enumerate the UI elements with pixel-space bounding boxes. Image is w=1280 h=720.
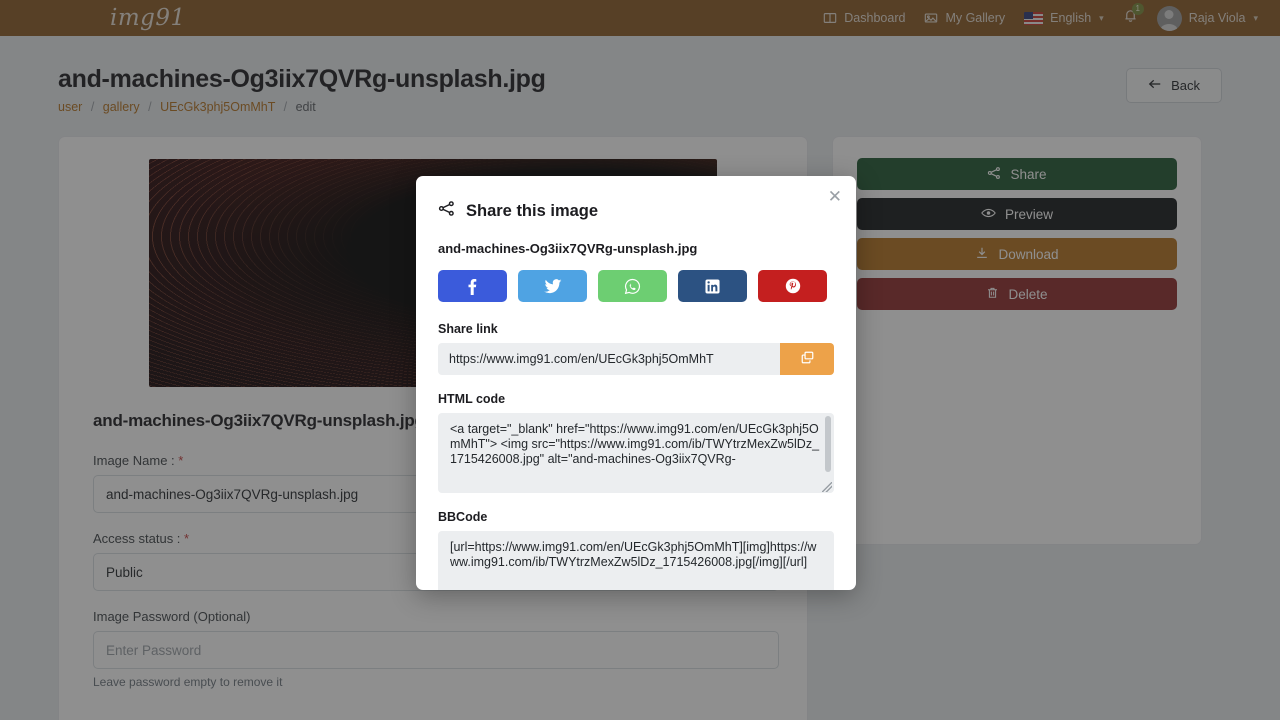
share-link-input[interactable]: https://www.img91.com/en/UEcGk3phj5OmMhT bbox=[438, 343, 780, 375]
bbcode-textarea[interactable]: [url=https://www.img91.com/en/UEcGk3phj5… bbox=[438, 531, 834, 590]
html-code-textarea[interactable]: <a target="_blank" href="https://www.img… bbox=[438, 413, 834, 493]
html-code-wrap: <a target="_blank" href="https://www.img… bbox=[438, 413, 834, 493]
modal-title: Share this image bbox=[438, 200, 834, 222]
facebook-icon bbox=[468, 278, 477, 295]
social-share-row bbox=[438, 270, 834, 302]
share-pinterest-button[interactable] bbox=[758, 270, 827, 302]
linkedin-icon bbox=[705, 278, 720, 294]
share-facebook-button[interactable] bbox=[438, 270, 507, 302]
share-whatsapp-button[interactable] bbox=[598, 270, 667, 302]
bbcode-label: BBCode bbox=[438, 510, 488, 524]
copy-link-button[interactable] bbox=[780, 343, 834, 375]
share-link-row: https://www.img91.com/en/UEcGk3phj5OmMhT bbox=[438, 343, 834, 375]
html-code-label: HTML code bbox=[438, 392, 506, 406]
share-linkedin-button[interactable] bbox=[678, 270, 747, 302]
share-modal: ✕ Share this image and-machines-Og3iix7Q… bbox=[416, 176, 856, 590]
copy-icon bbox=[800, 350, 815, 368]
html-code-scrollbar[interactable] bbox=[825, 416, 831, 472]
page-root: img91 Dashboard My Gallery bbox=[0, 0, 1280, 720]
close-icon[interactable]: ✕ bbox=[828, 188, 842, 205]
bbcode-wrap: [url=https://www.img91.com/en/UEcGk3phj5… bbox=[438, 531, 834, 590]
share-icon bbox=[438, 200, 455, 222]
share-link-label: Share link bbox=[438, 322, 498, 336]
modal-title-label: Share this image bbox=[466, 201, 599, 220]
twitter-icon bbox=[543, 278, 562, 293]
html-code-resize-handle[interactable] bbox=[822, 482, 832, 492]
modal-file-name: and-machines-Og3iix7QVRg-unsplash.jpg bbox=[438, 241, 698, 256]
pinterest-icon bbox=[785, 278, 800, 294]
share-twitter-button[interactable] bbox=[518, 270, 587, 302]
whatsapp-icon bbox=[624, 278, 641, 294]
